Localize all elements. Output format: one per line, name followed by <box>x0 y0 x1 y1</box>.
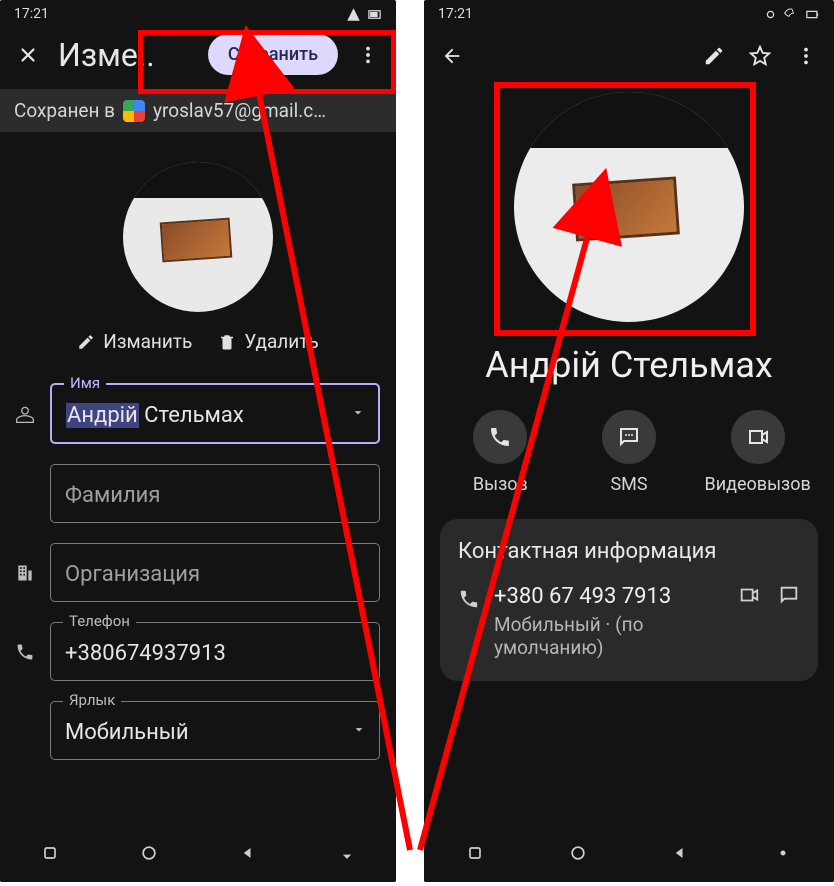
delete-photo-button[interactable]: Удалить <box>218 330 318 353</box>
status-bar: 17:21 <box>424 0 834 28</box>
sms-button[interactable]: SMS <box>569 410 689 495</box>
message-icon[interactable] <box>778 584 800 610</box>
contact-avatar[interactable] <box>514 92 744 322</box>
more-button[interactable] <box>786 36 826 76</box>
status-icons <box>346 7 382 22</box>
status-time: 17:21 <box>438 6 473 22</box>
edit-contact-screen: 17:21 Изме.. Сохранить Сохранен в yrosla… <box>0 0 396 882</box>
chevron-down-icon[interactable] <box>350 401 366 426</box>
building-icon <box>10 563 40 583</box>
more-button[interactable] <box>348 35 388 75</box>
call-button[interactable]: Вызов <box>440 410 560 495</box>
nav-back[interactable] <box>670 843 690 867</box>
nav-recent[interactable] <box>40 843 60 867</box>
status-bar: 17:21 <box>0 0 396 28</box>
phone-sublabel: Мобильный · (по умолчанию) <box>494 613 724 659</box>
avatar-section: Изманить Удалить <box>0 132 396 371</box>
nav-home[interactable] <box>139 843 159 867</box>
contact-info-card: Контактная информация +380 67 493 7913 М… <box>440 519 818 681</box>
phone-number: +380 67 493 7913 <box>494 584 724 609</box>
edit-button[interactable] <box>694 36 734 76</box>
saved-in-prefix: Сохранен в <box>14 99 115 122</box>
nav-back[interactable] <box>238 843 258 867</box>
save-button[interactable]: Сохранить <box>208 34 338 75</box>
phone-row[interactable]: +380 67 493 7913 Мобильный · (по умолчан… <box>458 584 800 659</box>
screen-title: Изме.. <box>58 36 198 74</box>
first-name-field[interactable]: Имя Андрій Стельмах <box>50 383 380 444</box>
status-time: 17:21 <box>14 6 49 22</box>
status-icons <box>763 7 820 22</box>
close-button[interactable] <box>8 35 48 75</box>
last-name-field[interactable]: Фамилия <box>50 464 380 523</box>
saved-in-email: yroslav57@gmail.c… <box>153 99 326 122</box>
action-row: Вызов SMS Видеовызов <box>424 406 834 519</box>
nav-extra[interactable] <box>773 843 793 867</box>
phone-field[interactable]: Телефон +380674937913 <box>50 622 380 681</box>
nav-bar <box>0 828 396 882</box>
info-title: Контактная информация <box>458 539 800 564</box>
phone-label-select[interactable]: Ярлык Мобильный <box>50 701 380 760</box>
contact-name: Андрій Стельмах <box>424 334 834 406</box>
organization-field[interactable]: Организация <box>50 543 380 602</box>
nav-recent[interactable] <box>465 843 485 867</box>
view-contact-screen: 17:21 Андрій С <box>424 0 834 882</box>
nav-hide-keyboard[interactable] <box>337 843 357 867</box>
video-call-button[interactable]: Видеовызов <box>698 410 818 495</box>
phone-icon <box>10 642 40 662</box>
change-photo-button[interactable]: Изманить <box>77 330 192 353</box>
dropdown-icon <box>351 718 367 743</box>
app-bar: Изме.. Сохранить <box>0 28 396 89</box>
back-button[interactable] <box>432 36 472 76</box>
video-icon[interactable] <box>738 584 760 610</box>
app-bar <box>424 28 834 84</box>
saved-in-banner: Сохранен в yroslav57@gmail.c… <box>0 89 396 132</box>
phone-icon <box>458 584 480 614</box>
person-icon <box>10 404 40 424</box>
nav-bar <box>424 828 834 882</box>
google-icon <box>123 100 145 122</box>
star-button[interactable] <box>740 36 780 76</box>
nav-home[interactable] <box>568 843 588 867</box>
contact-avatar[interactable] <box>123 162 273 312</box>
